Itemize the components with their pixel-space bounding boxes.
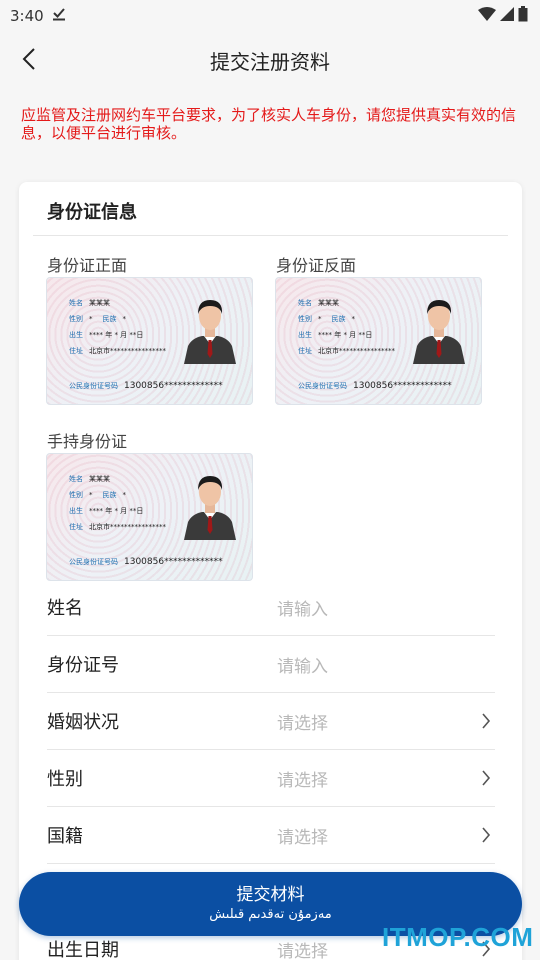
chevron-right-icon <box>477 712 495 730</box>
field-marital-status[interactable]: 婚姻状况 请选择 <box>47 693 495 750</box>
field-nationality[interactable]: 国籍 请选择 <box>47 807 495 864</box>
id-sample-row: 姓名 某某某 <box>69 475 110 483</box>
download-done-icon <box>52 7 66 25</box>
status-time: 3:40 <box>10 7 44 25</box>
watermark: ITMOP.COM <box>382 922 534 952</box>
id-info-card: 身份证信息 身份证正面 身份证反面 手持身份证 姓名 某某某 性别 * 民族 * 出生 ***… <box>19 182 522 960</box>
page: 3:40 提交注册资料 应监管及注册网约车平台要求，为了核实人车身份，请您提供真… <box>0 0 540 960</box>
field-placeholder: 请选择 <box>277 827 328 848</box>
card-title: 身份证信息 <box>47 202 137 223</box>
id-sample-number: 公民身份证号码 1300856************* <box>69 381 223 391</box>
field-label: 身份证号 <box>47 655 119 676</box>
id-sample-row: 住址 北京市**************** <box>69 347 166 355</box>
field-label: 性别 <box>47 769 83 790</box>
id-sample-row: 姓名 某某某 <box>69 299 110 307</box>
chevron-right-icon <box>477 826 495 844</box>
id-hand-upload[interactable]: 姓名 某某某性别 * 民族 * 出生 **** 年 * 月 **日住址 北京市********… <box>46 453 253 581</box>
signal-icon <box>500 7 514 25</box>
id-sample-number: 公民身份证号码 1300856************* <box>69 557 223 567</box>
battery-icon <box>518 6 528 26</box>
id-sample-row: 出生 **** 年 * 月 **日 <box>69 331 144 339</box>
back-arrow-icon <box>21 47 37 75</box>
submit-label: 提交材料 <box>236 885 305 905</box>
field-placeholder: 请输入 <box>277 599 328 620</box>
id-sample-row: 出生 **** 年 * 月 **日 <box>298 331 373 339</box>
submit-sublabel: مەزمۇن تەقدىم قىلىش <box>209 907 332 922</box>
id-sample-row: 住址 北京市**************** <box>69 523 166 531</box>
id-back-label: 身份证反面 <box>276 256 357 275</box>
id-sample-row: 性别 * 民族 * <box>69 315 126 323</box>
id-back-upload[interactable]: 姓名 某某某性别 * 民族 * 出生 **** 年 * 月 **日住址 北京市********… <box>275 277 482 405</box>
field-placeholder: 请选择 <box>277 770 328 791</box>
field-placeholder: 请输入 <box>277 656 328 677</box>
field-id-number[interactable]: 身份证号 请输入 <box>47 636 495 693</box>
page-title: 提交注册资料 <box>210 49 330 74</box>
id-sample-row: 住址 北京市**************** <box>298 347 395 355</box>
id-hand-label: 手持身份证 <box>47 432 128 451</box>
field-name[interactable]: 姓名 请输入 <box>47 579 495 636</box>
field-label: 婚姻状况 <box>47 712 119 733</box>
id-sample-row: 出生 **** 年 * 月 **日 <box>69 507 144 515</box>
field-label: 国籍 <box>47 826 83 847</box>
title-bar: 提交注册资料 <box>0 32 540 88</box>
field-label: 姓名 <box>47 598 83 619</box>
back-button[interactable] <box>14 46 44 76</box>
id-front-label: 身份证正面 <box>47 256 128 275</box>
id-front-upload[interactable]: 姓名 某某某性别 * 民族 * 出生 **** 年 * 月 **日住址 北京市********… <box>46 277 253 405</box>
field-placeholder: 请选择 <box>277 713 328 734</box>
id-sample-row: 性别 * 民族 * <box>69 491 126 499</box>
id-sample-row: 性别 * 民族 * <box>298 315 355 323</box>
id-sample-row: 姓名 某某某 <box>298 299 339 307</box>
chevron-right-icon <box>477 769 495 787</box>
notice-text: 应监管及注册网约车平台要求，为了核实人车身份，请您提供真实有效的信息，以便平台进… <box>21 106 517 142</box>
id-sample-number: 公民身份证号码 1300856************* <box>298 381 452 391</box>
status-bar: 3:40 <box>0 0 540 32</box>
wifi-icon <box>478 7 496 25</box>
divider <box>33 235 508 236</box>
field-gender[interactable]: 性别 请选择 <box>47 750 495 807</box>
field-label: 出生日期 <box>47 940 119 960</box>
